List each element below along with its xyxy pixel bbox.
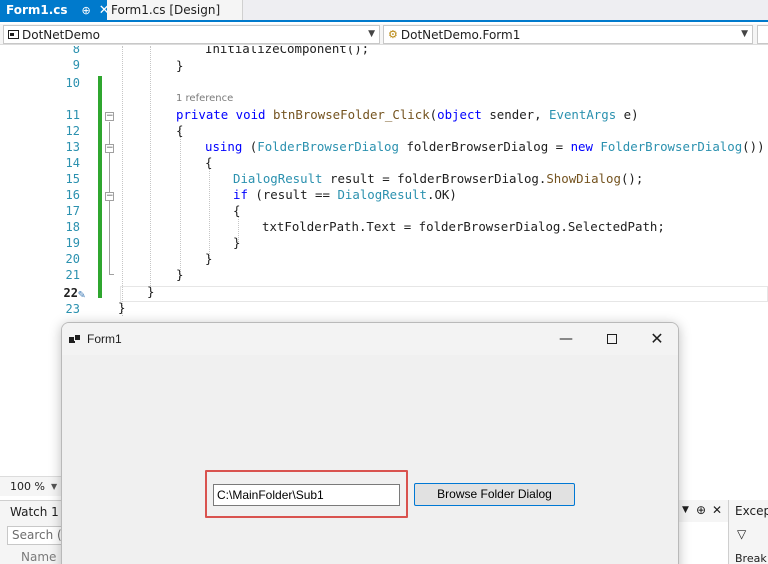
- watch-panel-title[interactable]: Watch 1: [10, 505, 59, 519]
- quick-actions-pencil-icon[interactable]: ✎: [78, 287, 85, 301]
- line-number: 10: [65, 76, 80, 90]
- line-number: 21: [65, 268, 80, 282]
- project-label: DotNetDemo: [22, 27, 101, 42]
- close-window-button[interactable]: ✕: [634, 323, 678, 355]
- watch-search-input[interactable]: Search (C: [7, 526, 67, 545]
- line-number: 20: [65, 252, 80, 266]
- code-line: }: [205, 251, 213, 266]
- code-line: if (result == DialogResult.OK): [233, 187, 457, 202]
- form1-window: Form1 — ✕ C:\MainFolder\Sub1 Browse Fold…: [61, 322, 679, 564]
- line-number: 23: [65, 302, 80, 316]
- indent-guide: [209, 168, 210, 258]
- code-line: {: [233, 203, 241, 218]
- change-tracking-bar: [98, 76, 102, 298]
- member-dropdown[interactable]: [757, 25, 768, 44]
- code-line: DialogResult result = folderBrowserDialo…: [233, 171, 644, 186]
- collapse-using-toggle[interactable]: −: [105, 144, 114, 153]
- watch-column-name[interactable]: Name: [21, 550, 56, 564]
- form-app-icon: [69, 334, 82, 345]
- panel-buttons: ▼ ⊕ ✕: [678, 500, 728, 522]
- exception-settings-panel: Excepti ▽ Break W: [728, 500, 768, 564]
- code-line: }: [233, 235, 241, 250]
- line-number: 9: [72, 58, 80, 72]
- close-icon[interactable]: ✕: [712, 503, 722, 517]
- chevron-down-icon: ▼: [368, 29, 375, 39]
- indent-guide: [180, 128, 181, 278]
- indent-guide: [150, 46, 151, 296]
- code-line: }: [147, 284, 155, 299]
- exception-panel-title[interactable]: Excepti: [735, 504, 768, 518]
- line-number: 18: [65, 220, 80, 234]
- tab-label: Form1.cs: [6, 3, 68, 17]
- pin-icon[interactable]: ⊕: [696, 503, 706, 517]
- collapse-if-toggle[interactable]: −: [105, 192, 114, 201]
- class-dropdown[interactable]: ⚙ DotNetDemo.Form1 ▼: [383, 25, 753, 44]
- form-title: Form1: [87, 332, 122, 346]
- project-dropdown[interactable]: DotNetDemo ▼: [3, 25, 380, 44]
- class-icon: ⚙: [388, 28, 398, 41]
- code-line: }: [176, 58, 184, 73]
- code-line: }: [118, 300, 126, 315]
- code-line: txtFolderPath.Text = folderBrowserDialog…: [262, 219, 665, 234]
- line-number: 22: [63, 286, 78, 300]
- pin-icon[interactable]: ⊕: [82, 4, 91, 17]
- line-number: 17: [65, 204, 80, 218]
- project-icon: [8, 30, 19, 39]
- code-line: {: [176, 123, 184, 138]
- zoom-dropdown[interactable]: 100 % ▼: [0, 476, 62, 496]
- line-number: 8: [72, 46, 80, 56]
- break-when-label: Break W: [735, 552, 768, 564]
- code-line: using (FolderBrowserDialog folderBrowser…: [205, 139, 765, 154]
- chevron-down-icon[interactable]: ▼: [682, 505, 689, 515]
- code-line: private void btnBrowseFolder_Click(objec…: [176, 107, 639, 122]
- folder-path-textbox[interactable]: C:\MainFolder\Sub1: [213, 484, 400, 506]
- line-number: 19: [65, 236, 80, 250]
- code-line: }: [176, 267, 184, 282]
- line-number: 14: [65, 156, 80, 170]
- class-label: DotNetDemo.Form1: [400, 27, 521, 42]
- collapse-method-toggle[interactable]: −: [105, 112, 114, 121]
- fold-end: [109, 274, 114, 275]
- line-number: 11: [65, 108, 80, 122]
- zoom-value: 100 %: [10, 480, 45, 493]
- tab-form1-cs[interactable]: Form1.cs ⊕ ✕: [0, 0, 110, 20]
- maximize-icon: [607, 334, 617, 344]
- minimize-button[interactable]: —: [543, 323, 589, 355]
- codelens-references[interactable]: 1 reference: [176, 93, 233, 104]
- tab-form1-design[interactable]: Form1.cs [Design]: [107, 0, 243, 20]
- tab-label: Form1.cs [Design]: [111, 3, 221, 17]
- line-number: 13: [65, 140, 80, 154]
- current-line-highlight: [120, 286, 768, 302]
- code-line: {: [205, 155, 213, 170]
- form-title-bar[interactable]: Form1 — ✕: [62, 323, 678, 355]
- chevron-down-icon: ▼: [741, 29, 748, 39]
- code-line: InitializeComponent();: [205, 46, 370, 56]
- line-number: 15: [65, 172, 80, 186]
- browse-folder-button[interactable]: Browse Folder Dialog: [414, 483, 575, 506]
- indent-guide: [122, 46, 123, 316]
- filter-icon[interactable]: ▽: [737, 527, 746, 541]
- line-number: 16: [65, 188, 80, 202]
- maximize-button[interactable]: [589, 323, 635, 355]
- chevron-down-icon: ▼: [50, 482, 58, 491]
- line-number: 12: [65, 124, 80, 138]
- navigation-bar: DotNetDemo ▼ ⚙ DotNetDemo.Form1 ▼: [0, 24, 768, 45]
- watch-panel: Watch 1 Search (C Name: [0, 500, 67, 564]
- document-tab-strip: Form1.cs ⊕ ✕ Form1.cs [Design]: [0, 0, 768, 22]
